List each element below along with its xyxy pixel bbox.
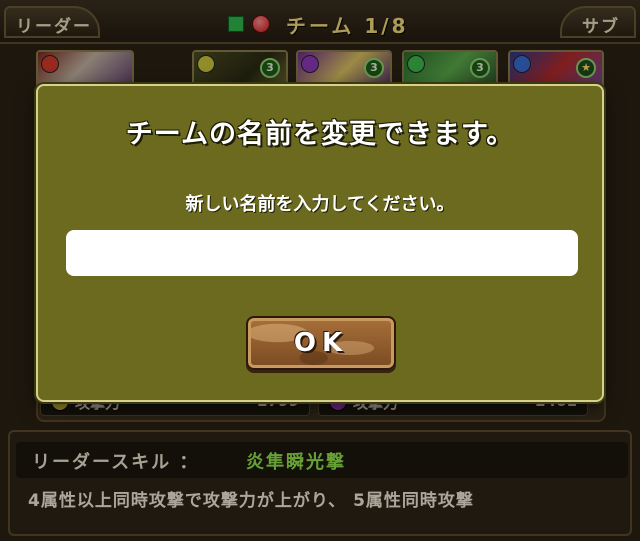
dialog-title: チームの名前を変更できます。 bbox=[125, 119, 515, 150]
dialog-prompt: 新しい名前を入力してください。 bbox=[185, 194, 455, 215]
ok-button[interactable]: OK bbox=[246, 316, 396, 370]
rename-team-dialog: チームの名前を変更できます。 新しい名前を入力してください。 OK bbox=[36, 84, 604, 402]
team-name-input[interactable] bbox=[66, 230, 578, 276]
